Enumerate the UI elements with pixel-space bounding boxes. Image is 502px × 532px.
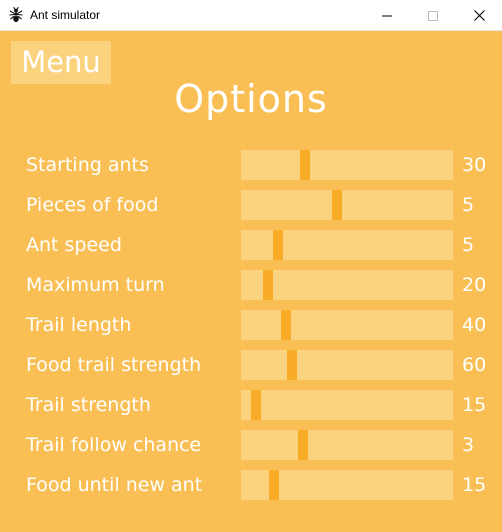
option-label: Ant speed xyxy=(26,234,122,256)
title-bar: Ant simulator xyxy=(0,0,502,31)
pieces-of-food-slider[interactable] xyxy=(241,190,453,220)
option-label: Maximum turn xyxy=(26,274,165,296)
option-label: Trail length xyxy=(26,314,132,336)
option-value: 15 xyxy=(462,474,487,496)
option-value: 5 xyxy=(462,234,475,256)
maximize-button[interactable] xyxy=(410,0,456,30)
trail-follow-chance-slider[interactable] xyxy=(241,430,453,460)
option-value: 3 xyxy=(462,434,475,456)
slider-thumb[interactable] xyxy=(300,150,310,180)
option-value: 5 xyxy=(462,194,475,216)
minimize-icon xyxy=(382,6,392,25)
minimize-button[interactable] xyxy=(364,0,410,30)
slider-thumb[interactable] xyxy=(287,350,297,380)
option-row-trail-length: Trail length 40 xyxy=(1,310,501,340)
option-value: 60 xyxy=(462,354,487,376)
slider-thumb[interactable] xyxy=(263,270,273,300)
maximize-icon xyxy=(428,6,438,25)
close-button[interactable] xyxy=(456,0,502,30)
food-trail-strength-slider[interactable] xyxy=(241,350,453,380)
close-icon xyxy=(473,6,485,25)
slider-thumb[interactable] xyxy=(273,230,283,260)
option-label: Food trail strength xyxy=(26,354,202,376)
option-label: Trail follow chance xyxy=(26,434,202,456)
option-value: 20 xyxy=(462,274,487,296)
ant-icon xyxy=(8,6,24,23)
food-until-new-ant-slider[interactable] xyxy=(241,470,453,500)
option-value: 15 xyxy=(462,394,487,416)
window-title: Ant simulator xyxy=(30,8,101,22)
page-title: Options xyxy=(174,77,328,121)
option-row-food-trail-strength: Food trail strength 60 xyxy=(1,350,501,380)
trail-length-slider[interactable] xyxy=(241,310,453,340)
option-row-trail-strength: Trail strength 15 xyxy=(1,390,501,420)
option-row-trail-follow-chance: Trail follow chance 3 xyxy=(1,430,501,460)
option-row-food-until-new-ant: Food until new ant 15 xyxy=(1,470,501,500)
slider-thumb[interactable] xyxy=(281,310,291,340)
option-label: Starting ants xyxy=(26,154,149,176)
option-label: Trail strength xyxy=(26,394,151,416)
slider-thumb[interactable] xyxy=(251,390,261,420)
starting-ants-slider[interactable] xyxy=(241,150,453,180)
maximum-turn-slider[interactable] xyxy=(241,270,453,300)
slider-thumb[interactable] xyxy=(298,430,308,460)
option-value: 30 xyxy=(462,154,487,176)
option-row-starting-ants: Starting ants 30 xyxy=(1,150,501,180)
options-screen: Menu Options Starting ants 30 Pieces of … xyxy=(1,31,501,531)
option-label: Pieces of food xyxy=(26,194,159,216)
option-value: 40 xyxy=(462,314,487,336)
trail-strength-slider[interactable] xyxy=(241,390,453,420)
ant-speed-slider[interactable] xyxy=(241,230,453,260)
option-label: Food until new ant xyxy=(26,474,203,496)
option-row-ant-speed: Ant speed 5 xyxy=(1,230,501,260)
option-row-maximum-turn: Maximum turn 20 xyxy=(1,270,501,300)
option-row-pieces-of-food: Pieces of food 5 xyxy=(1,190,501,220)
slider-thumb[interactable] xyxy=(269,470,279,500)
slider-thumb[interactable] xyxy=(332,190,342,220)
